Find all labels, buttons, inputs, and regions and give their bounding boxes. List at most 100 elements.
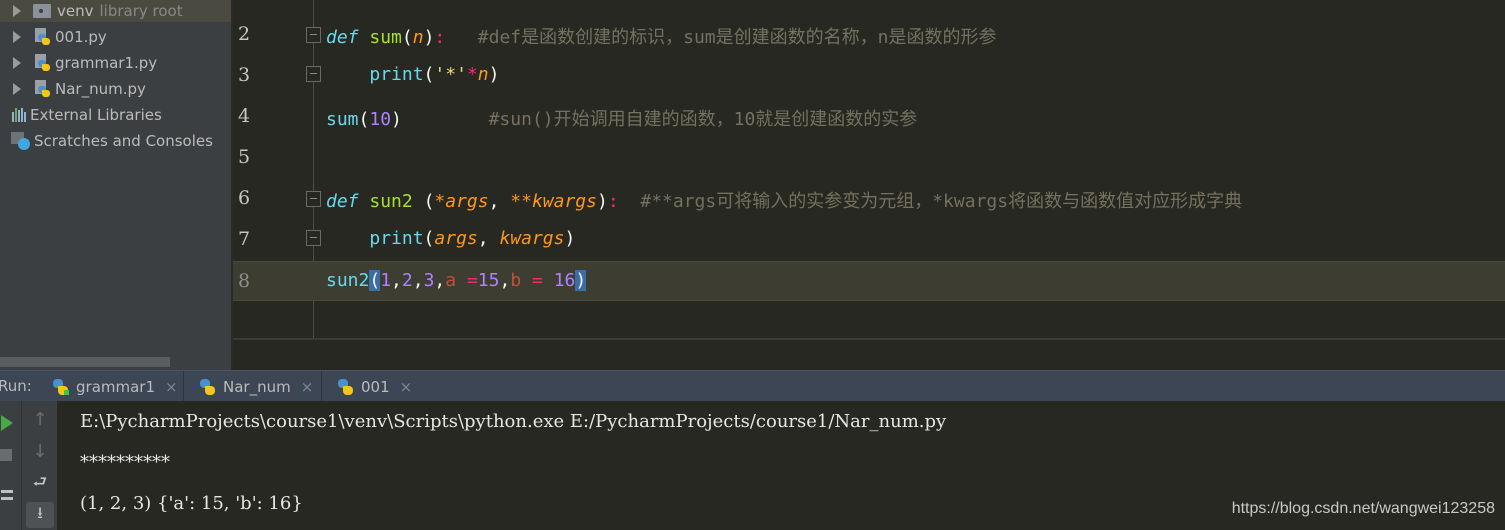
code-line-3[interactable]: 3 print('*'*n): [233, 56, 1505, 96]
string-literal: '*': [434, 64, 467, 85]
parameter-args: *args: [434, 191, 489, 212]
operator: =: [521, 270, 554, 291]
horizontal-scrollbar[interactable]: [0, 357, 170, 367]
code-line-8-current[interactable]: 8 sun2(1,2,3,a =15,b = 16): [233, 261, 1505, 301]
soft-wrap-icon: ⮐: [32, 471, 48, 491]
previous-occurrence-button[interactable]: ↑: [28, 407, 52, 431]
tree-item-label: Nar_num.py: [55, 80, 146, 98]
tree-item-001-py[interactable]: 001.py: [0, 24, 107, 50]
python-file-icon: [33, 80, 51, 98]
run-tool-window-tabs: Run: grammar1 × Nar_num × 001 ×: [0, 370, 1505, 402]
close-icon[interactable]: ×: [400, 378, 413, 396]
console-line-result: (1, 2, 3) {'a': 15, 'b': 16}: [80, 493, 303, 514]
code-text[interactable]: sun2(1,2,3,a =15,b = 16): [326, 270, 587, 291]
python-file-icon: [33, 54, 51, 72]
rerun-button[interactable]: [0, 413, 14, 433]
close-icon[interactable]: ×: [301, 378, 314, 396]
expand-arrow-icon[interactable]: [13, 5, 21, 17]
run-icon: [1, 415, 13, 431]
library-root-label: library root: [99, 2, 183, 20]
expand-arrow-icon[interactable]: [13, 83, 21, 95]
code-line-7[interactable]: 7 print(args, kwargs): [233, 220, 1505, 260]
paren: (: [423, 191, 435, 212]
paren: ): [564, 228, 576, 249]
line-number: 5: [238, 146, 251, 168]
run-tab-grammar1[interactable]: grammar1 ×: [46, 371, 188, 402]
line-number: 4: [238, 105, 251, 127]
paren: ): [596, 191, 608, 212]
comment: #def是函数创建的标识，sum是创建函数的名称，n是函数的形参: [477, 27, 997, 48]
tree-item-nar-num-py[interactable]: Nar_num.py: [0, 76, 146, 102]
soft-wrap-button[interactable]: ⮐: [28, 472, 52, 496]
code-text[interactable]: def sun2 (*args, **kwargs): #**args可将输入的…: [326, 187, 1242, 213]
fold-end-icon[interactable]: [306, 66, 321, 82]
number-literal: 1: [380, 270, 392, 291]
keyword-arg: a: [445, 270, 457, 291]
keyword-def: def: [326, 191, 359, 212]
run-tab-nar-num[interactable]: Nar_num ×: [193, 371, 324, 402]
code-line-4[interactable]: 4 sum(10) #sun()开始调用自建的函数，10就是创建函数的实参: [233, 97, 1505, 137]
function-call: sum: [326, 109, 359, 130]
code-line-2[interactable]: 2 def sum(n): #def是函数创建的标识，sum是创建函数的名称，n…: [233, 15, 1505, 55]
number-literal: 15: [477, 270, 500, 291]
line-number: 8: [238, 270, 251, 292]
next-occurrence-button[interactable]: ↓: [28, 439, 52, 463]
tree-item-external-libraries[interactable]: External Libraries: [0, 102, 162, 128]
close-icon[interactable]: ×: [165, 378, 178, 396]
code-text[interactable]: print(args, kwargs): [326, 228, 575, 249]
console-line-command: E:\PycharmProjects\course1\venv\Scripts\…: [80, 411, 947, 432]
scratches-icon: [11, 132, 31, 150]
comment: #sun()开始调用自建的函数，10就是创建函数的实参: [488, 109, 918, 130]
code-text[interactable]: sum(10) #sun()开始调用自建的函数，10就是创建函数的实参: [326, 105, 917, 131]
tab-separator: [321, 371, 322, 402]
tree-item-label: 001.py: [55, 28, 107, 46]
fold-collapse-icon[interactable]: [306, 27, 321, 43]
line-number: 7: [238, 228, 251, 250]
console-toolbar: ↑ ↓ ⮐ ⭳: [21, 401, 57, 530]
comma: ,: [391, 270, 402, 291]
paren: (: [358, 109, 370, 130]
paren: (: [401, 27, 413, 48]
matched-paren: ): [575, 270, 587, 291]
tree-item-grammar1-py[interactable]: grammar1.py: [0, 50, 157, 76]
argument: kwargs: [499, 228, 565, 249]
library-icon: [12, 108, 26, 122]
layout-button[interactable]: [0, 485, 14, 505]
watermark-text: https://blog.csdn.net/wangwei123258: [1231, 500, 1495, 517]
keyword-arg: b: [510, 270, 522, 291]
comment: #**args可将输入的实参变为元组，*kwargs将函数与函数值对应形成字典: [640, 191, 1243, 212]
function-name: sum: [369, 27, 402, 48]
matched-paren: (: [369, 270, 381, 291]
python-file-icon: [33, 28, 51, 46]
paren: (: [423, 228, 435, 249]
run-tab-001[interactable]: 001 ×: [331, 371, 422, 402]
arrow-up-icon: ↑: [32, 408, 48, 430]
builtin-call: print: [369, 64, 424, 85]
python-icon: [337, 378, 355, 396]
code-editor[interactable]: 2 def sum(n): #def是函数创建的标识，sum是创建函数的名称，n…: [233, 0, 1505, 340]
fold-end-icon[interactable]: [306, 230, 321, 246]
arrow-down-icon: ↓: [32, 440, 48, 462]
code-text[interactable]: print('*'*n): [326, 64, 499, 85]
scroll-to-end-icon: ⭳: [37, 502, 43, 522]
python-run-icon: [52, 378, 70, 396]
parameter: n: [412, 27, 424, 48]
stop-button[interactable]: [0, 445, 12, 465]
line-number: 3: [238, 64, 251, 86]
tree-item-venv[interactable]: venv library root: [0, 0, 183, 24]
project-tree-panel: venv library root 001.py grammar1.py Nar…: [0, 0, 231, 370]
run-toolbar: [0, 401, 21, 530]
parameter: n: [477, 64, 489, 85]
editor-bottom-border: [233, 338, 1505, 340]
expand-arrow-icon[interactable]: [13, 31, 21, 43]
fold-collapse-icon[interactable]: [306, 191, 321, 207]
code-line-5[interactable]: 5: [233, 138, 1505, 178]
code-line-6[interactable]: 6 def sun2 (*args, **kwargs): #**args可将输…: [233, 179, 1505, 219]
line-number: 6: [238, 187, 251, 209]
number-literal: 10: [369, 109, 392, 130]
tree-item-scratches[interactable]: Scratches and Consoles: [0, 128, 213, 154]
expand-arrow-icon[interactable]: [13, 57, 21, 69]
scroll-to-end-button[interactable]: ⭳: [26, 502, 54, 528]
layout-icon: [1, 490, 13, 500]
code-text[interactable]: def sum(n): #def是函数创建的标识，sum是创建函数的名称，n是函…: [326, 23, 996, 49]
